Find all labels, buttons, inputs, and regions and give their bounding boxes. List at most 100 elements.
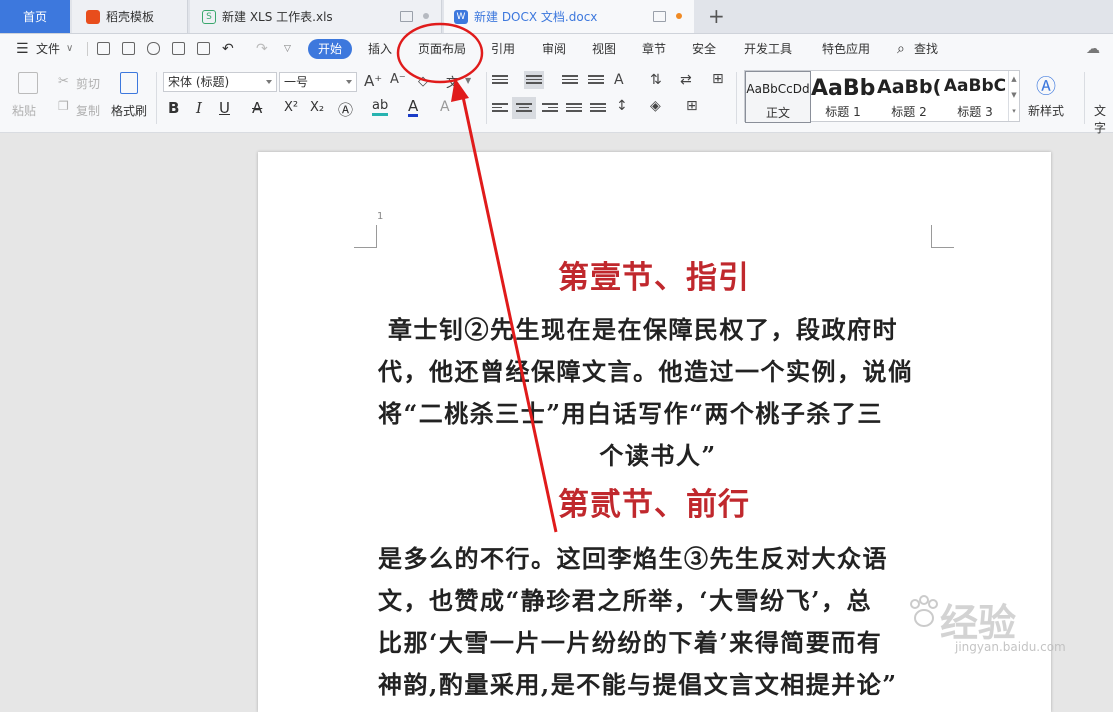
new-style-label[interactable]: 新样式 (1028, 102, 1064, 119)
unsaved-dot-icon[interactable] (676, 13, 682, 19)
paste-label[interactable]: 粘贴 (12, 102, 36, 119)
menu-file[interactable]: 文件 (36, 34, 60, 64)
chinese-layout-icon[interactable]: A (614, 72, 624, 88)
style-heading-3[interactable]: AaBbC 标题 3 (943, 71, 1007, 121)
clear-format-icon[interactable]: ◇ (418, 74, 428, 89)
paragraph-1[interactable]: 章士钊②先生现在是在保障民权了，段政府时 代，他还曾经保障文言。他造过一个实例，… (378, 309, 938, 477)
distribute-icon[interactable] (590, 101, 606, 115)
spreadsheet-icon: S (202, 9, 216, 24)
format-painter-icon[interactable] (120, 72, 138, 94)
heading-2[interactable]: 第贰节、前行 (378, 485, 930, 525)
open-icon[interactable] (97, 42, 110, 55)
paw-watermark-icon (910, 595, 938, 627)
chevron-down-icon (266, 80, 272, 84)
justify-icon[interactable] (566, 101, 582, 115)
shrink-font-button[interactable]: A⁻ (390, 72, 406, 87)
chevron-down-icon[interactable]: ∨ (66, 34, 73, 64)
text-effect-icon[interactable]: Ⓐ (338, 99, 353, 120)
align-center-icon[interactable] (512, 97, 536, 119)
tab-xls[interactable]: S 新建 XLS 工作表.xls (190, 0, 442, 33)
close-dot-icon[interactable] (423, 13, 429, 19)
style-scroll[interactable]: ▲ ▼ ▾ (1008, 71, 1019, 121)
font-color-button[interactable]: A (408, 98, 419, 117)
cloud-icon[interactable]: ☁ (1086, 34, 1100, 64)
superscript-button[interactable]: X² (284, 100, 298, 115)
text-line: 比那‘大雪一片一片纷纷的下着’来得简要而有 (378, 628, 883, 657)
font-name-select[interactable]: 宋体 (标题) (163, 72, 277, 92)
line-number: 1 (377, 211, 384, 222)
menu-chapter[interactable]: 章节 (642, 34, 666, 64)
window-icon[interactable] (653, 11, 666, 22)
align-right-icon[interactable] (542, 101, 558, 115)
cut-label[interactable]: 剪切 (76, 75, 100, 92)
menu-insert[interactable]: 插入 (368, 34, 392, 64)
menu-review[interactable]: 审阅 (542, 34, 566, 64)
line-spacing-icon[interactable]: ↕ (616, 98, 628, 114)
heading-1[interactable]: 第壹节、指引 (378, 258, 930, 298)
numbering-icon[interactable] (524, 71, 544, 89)
paragraph-2[interactable]: 是多么的不行。这回李焰生③先生反对大众语 文，也赞成“静珍君之所举，‘大雪纷飞’… (378, 538, 938, 706)
menu-find[interactable]: 查找 (914, 34, 938, 64)
style-heading-2[interactable]: AaBb( 标题 2 (877, 71, 941, 121)
search-icon[interactable]: ⌕ (897, 34, 905, 64)
menu-start[interactable]: 开始 (308, 39, 352, 59)
font-size-select[interactable]: 一号 (279, 72, 357, 92)
text-line: 章士钊②先生现在是在保障民权了，段政府时 (388, 315, 898, 344)
document-icon: W (454, 9, 468, 24)
divider (486, 72, 487, 124)
undo-icon[interactable]: ↶ (222, 34, 234, 64)
bold-button[interactable]: B (168, 99, 179, 117)
show-marks-icon[interactable]: ⇄ (680, 72, 692, 88)
new-style-icon[interactable]: Ⓐ (1036, 70, 1056, 99)
table-layout-icon[interactable]: ⊞ (712, 71, 724, 87)
tab-template[interactable]: 稻壳模板 (72, 0, 188, 33)
borders-icon[interactable]: ⊞ (686, 98, 698, 114)
save-icon[interactable] (122, 42, 135, 55)
text-tools-label[interactable]: 文字 (1094, 102, 1113, 136)
tab-home[interactable]: 首页 (0, 0, 70, 33)
style-normal[interactable]: AaBbCcDd 正文 (745, 71, 811, 123)
style-heading-1[interactable]: AaBb 标题 1 (811, 71, 875, 121)
font-name-value: 宋体 (标题) (168, 75, 230, 89)
decrease-indent-icon[interactable] (562, 73, 578, 87)
menu-view[interactable]: 视图 (592, 34, 616, 64)
copy-label[interactable]: 复制 (76, 102, 100, 119)
hamburger-icon[interactable]: ☰ (16, 34, 29, 64)
font-size-value: 一号 (284, 75, 309, 89)
menu-bar: ☰ 文件 ∨ ↶ ↷ ▽ 开始 插入 页面布局 引用 审阅 视图 章节 安全 开… (0, 34, 1113, 64)
menu-security[interactable]: 安全 (692, 34, 716, 64)
copy-icon[interactable]: ❐ (58, 99, 69, 113)
char-shading-icon[interactable]: A (440, 99, 450, 115)
divider (736, 72, 737, 124)
menu-references[interactable]: 引用 (491, 34, 515, 64)
strikethrough-button[interactable]: A (252, 99, 262, 117)
increase-indent-icon[interactable] (588, 73, 604, 87)
tab-docx[interactable]: W 新建 DOCX 文档.docx (444, 0, 694, 33)
shading-icon[interactable]: ◈ (650, 98, 661, 114)
underline-button[interactable]: U (219, 99, 230, 117)
subscript-button[interactable]: X₂ (310, 100, 324, 115)
daoke-icon (86, 9, 100, 24)
sort-icon[interactable]: ⇅ (650, 72, 662, 88)
highlight-button[interactable]: ab (372, 99, 389, 116)
format-painter-label[interactable]: 格式刷 (111, 102, 147, 119)
italic-button[interactable]: I (196, 99, 202, 117)
print-preview-icon[interactable] (197, 42, 210, 55)
paste-icon[interactable] (18, 72, 38, 94)
menu-page-layout[interactable]: 页面布局 (418, 34, 466, 64)
print-icon[interactable] (172, 42, 185, 55)
window-icon[interactable] (400, 11, 413, 22)
menu-features[interactable]: 特色应用 (822, 34, 870, 64)
redo-icon[interactable]: ↷ (256, 34, 268, 64)
export-icon[interactable] (147, 42, 160, 55)
phonetic-icon[interactable]: 文 (446, 72, 459, 91)
new-tab-button[interactable]: + (708, 5, 725, 27)
chevron-down-icon[interactable]: ▼ (465, 76, 471, 85)
customize-icon[interactable]: ▽ (284, 34, 291, 64)
bullets-icon[interactable] (492, 73, 508, 87)
menu-developer[interactable]: 开发工具 (744, 34, 792, 64)
grow-font-button[interactable]: A⁺ (364, 72, 382, 90)
tab-docx-label: 新建 DOCX 文档.docx (474, 10, 598, 24)
scissors-icon[interactable]: ✂ (58, 74, 69, 89)
align-left-icon[interactable] (492, 101, 508, 115)
